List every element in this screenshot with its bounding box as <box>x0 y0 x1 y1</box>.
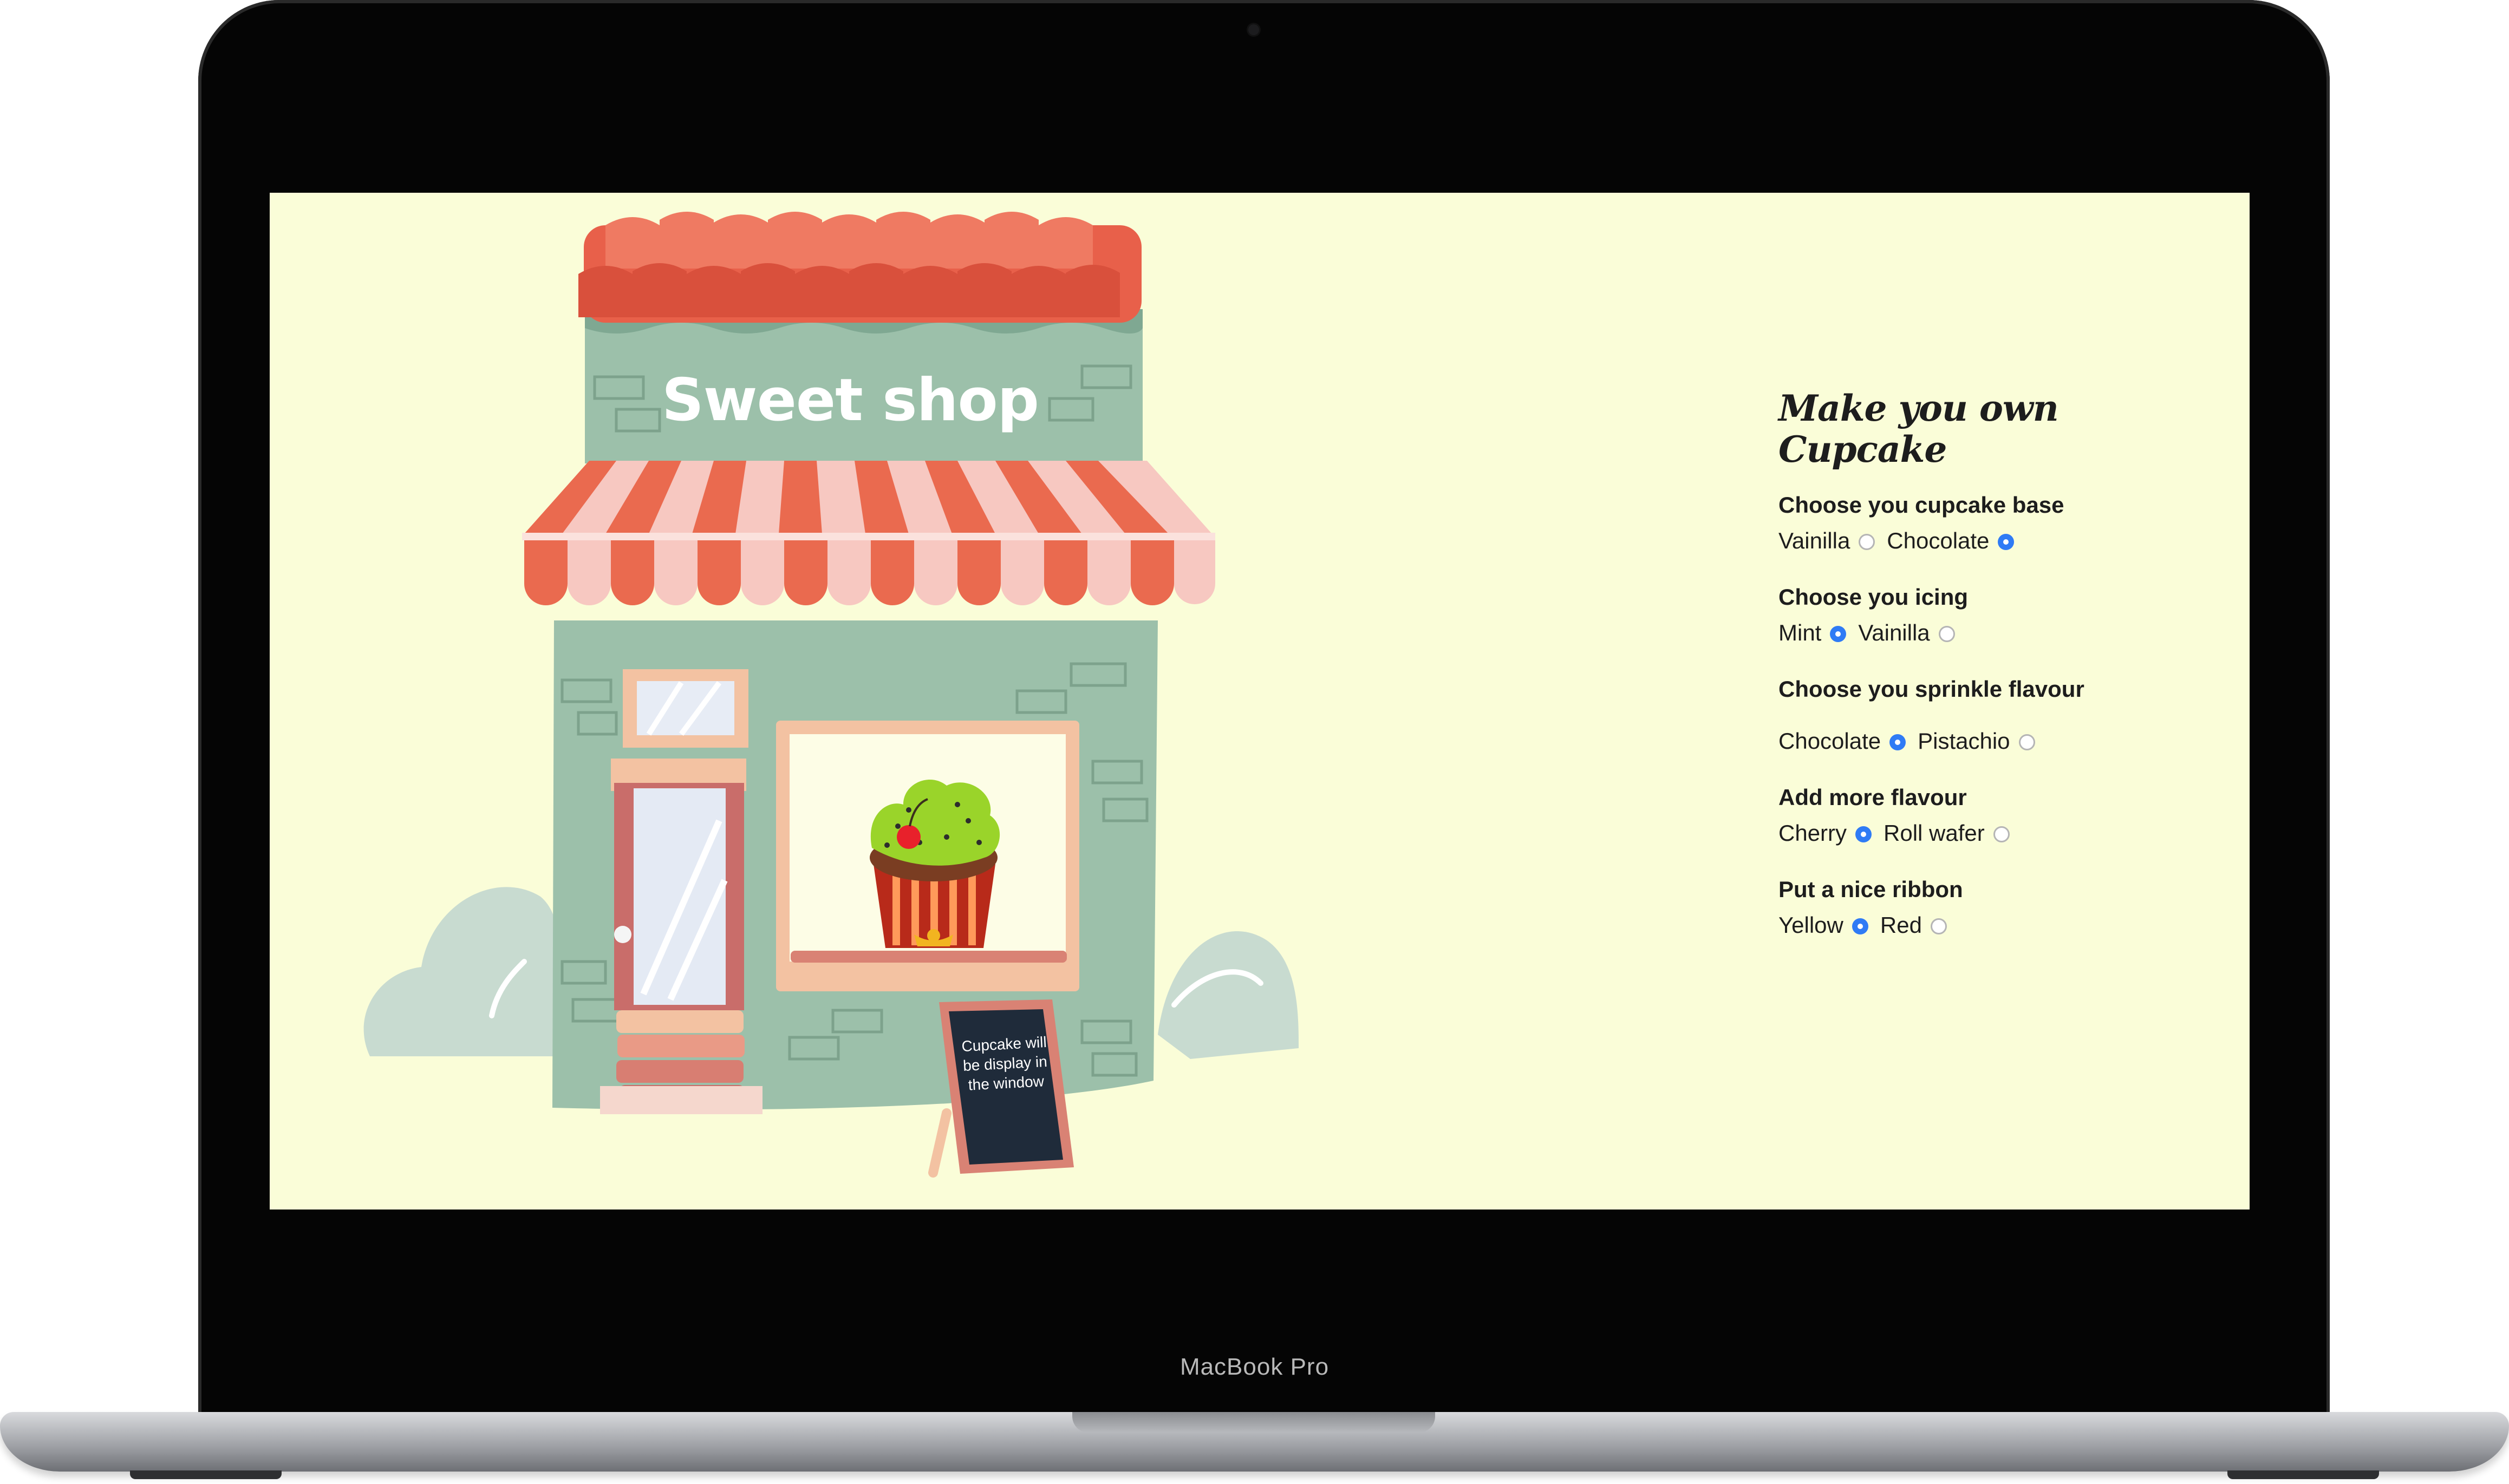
upper-window <box>623 669 748 748</box>
group-label: Put a nice ribbon <box>1778 877 1963 902</box>
macbook-mockup: Sweet shop Cupcake will be display in th… <box>0 0 2509 1484</box>
form-title-line-2: Cupcake <box>1778 428 1947 470</box>
group-cupcake-base: Choose you cupcake base Vainilla Chocola… <box>1778 491 2158 555</box>
group-sprinkle: Choose you sprinkle flavour Chocolate Pi… <box>1778 675 2158 756</box>
option-label: Roll wafer <box>1884 820 1985 846</box>
laptop-opening-notch <box>1072 1412 1435 1433</box>
radio-group: Mint Vainilla <box>1778 618 2158 648</box>
left-bush <box>363 887 573 1056</box>
group-label: Add more flavour <box>1778 785 1967 810</box>
form-title: Make you own Cupcake <box>1778 388 2158 470</box>
right-bush <box>1158 931 1299 1059</box>
option-label: Red <box>1880 912 1922 938</box>
radio-flavour-roll-wafer[interactable] <box>1993 826 2010 842</box>
group-label: Choose you cupcake base <box>1778 492 2064 518</box>
group-label: Choose you icing <box>1778 584 1969 610</box>
radio-base-chocolate[interactable] <box>1998 534 2015 550</box>
radio-group: Cherry Roll wafer <box>1778 819 2158 848</box>
laptop-foot <box>130 1470 282 1479</box>
radio-sprinkle-chocolate[interactable] <box>1889 734 1906 750</box>
radio-icing-vainilla[interactable] <box>1938 626 1955 642</box>
group-extra-flavour: Add more flavour Cherry Roll wafer <box>1778 783 2158 848</box>
option-label: Cherry <box>1778 820 1847 846</box>
radio-base-vainilla[interactable] <box>1859 534 1875 550</box>
option-label: Mint <box>1778 620 1822 645</box>
radio-ribbon-yellow[interactable] <box>1852 918 1868 934</box>
option-label: Pistachio <box>1918 728 2010 754</box>
laptop-foot <box>2227 1470 2379 1479</box>
device-label: MacBook Pro <box>1179 1354 1330 1380</box>
cupcake-form: Make you own Cupcake Choose you cupcake … <box>1778 388 2158 967</box>
radio-ribbon-red[interactable] <box>1930 918 1947 934</box>
option-label: Vainilla <box>1778 528 1850 553</box>
roof <box>578 212 1142 323</box>
radio-group: Chocolate Pistachio <box>1778 727 2158 756</box>
radio-group: Yellow Red <box>1778 911 2158 940</box>
option-label: Chocolate <box>1887 528 1990 553</box>
group-label: Choose you sprinkle flavour <box>1778 676 2084 702</box>
radio-group: Vainilla Chocolate <box>1778 526 2158 555</box>
group-ribbon: Put a nice ribbon Yellow Red <box>1778 875 2158 940</box>
radio-sprinkle-pistachio[interactable] <box>2018 734 2035 750</box>
chalkboard-text: Cupcake will be display in the window <box>961 1033 1048 1094</box>
shop-sign-title: Sweet shop <box>662 367 1039 434</box>
shop-door <box>600 759 763 1114</box>
option-label: Vainilla <box>1858 620 1930 645</box>
option-label: Chocolate <box>1778 728 1881 754</box>
sweet-shop-illustration <box>363 212 1299 1178</box>
web-page: Sweet shop Cupcake will be display in th… <box>270 193 2250 1210</box>
radio-flavour-cherry[interactable] <box>1855 826 1872 842</box>
awning <box>522 461 1215 605</box>
radio-icing-mint[interactable] <box>1830 626 1847 642</box>
group-icing: Choose you icing Mint Vainilla <box>1778 583 2158 648</box>
form-title-line-1: Make you own <box>1778 387 2059 429</box>
option-label: Yellow <box>1778 912 1843 938</box>
webcam-icon <box>1248 24 1259 35</box>
